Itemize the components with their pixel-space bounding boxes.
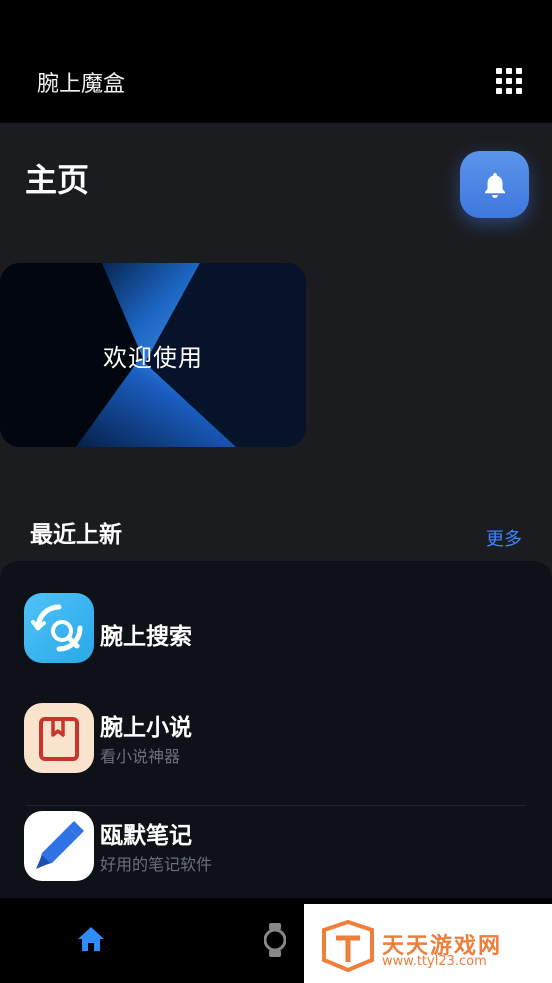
watermark-logo: [322, 920, 374, 972]
app-header: 腕上魔盒: [0, 0, 552, 123]
watermark-url: www.ttyl23.com: [382, 954, 487, 969]
section-title-recent: 最近上新: [30, 522, 122, 548]
app-title: 瓯默笔记: [100, 823, 192, 849]
nav-watch[interactable]: [263, 923, 287, 961]
app-title: 腕上小说: [100, 715, 192, 741]
page-title: 主页: [25, 161, 90, 199]
home-icon: [78, 927, 104, 951]
list-item[interactable]: 瓯默笔记 好用的笔记软件: [0, 791, 552, 899]
watermark: 天天游戏网 www.ttyl23.com: [304, 904, 552, 983]
list-item[interactable]: 腕上小说 看小说神器: [0, 681, 552, 789]
apps-grid-icon[interactable]: [496, 68, 522, 94]
notification-button[interactable]: [460, 151, 529, 218]
watch-icon: [263, 923, 287, 957]
pen-app-icon: [24, 811, 94, 881]
nav-home[interactable]: [76, 925, 106, 957]
main-content: 主页 欢迎使用 最近上新 更多 腕上搜索 腕上小说 看小说神器 瓯默笔记 好用的…: [0, 123, 552, 898]
list-item[interactable]: 腕上搜索: [0, 561, 552, 669]
app-subtitle: 看小说神器: [100, 747, 181, 766]
app-title: 腕上搜索: [100, 624, 192, 650]
search-app-icon: [24, 593, 94, 663]
welcome-banner[interactable]: 欢迎使用: [0, 263, 306, 447]
recent-apps-list: 腕上搜索 腕上小说 看小说神器 瓯默笔记 好用的笔记软件: [0, 561, 552, 898]
bell-icon: [484, 172, 505, 198]
app-title: 腕上魔盒: [37, 72, 126, 97]
book-app-icon: [24, 703, 94, 773]
more-link[interactable]: 更多: [486, 525, 522, 551]
app-subtitle: 好用的笔记软件: [100, 855, 213, 874]
banner-text: 欢迎使用: [103, 343, 203, 372]
